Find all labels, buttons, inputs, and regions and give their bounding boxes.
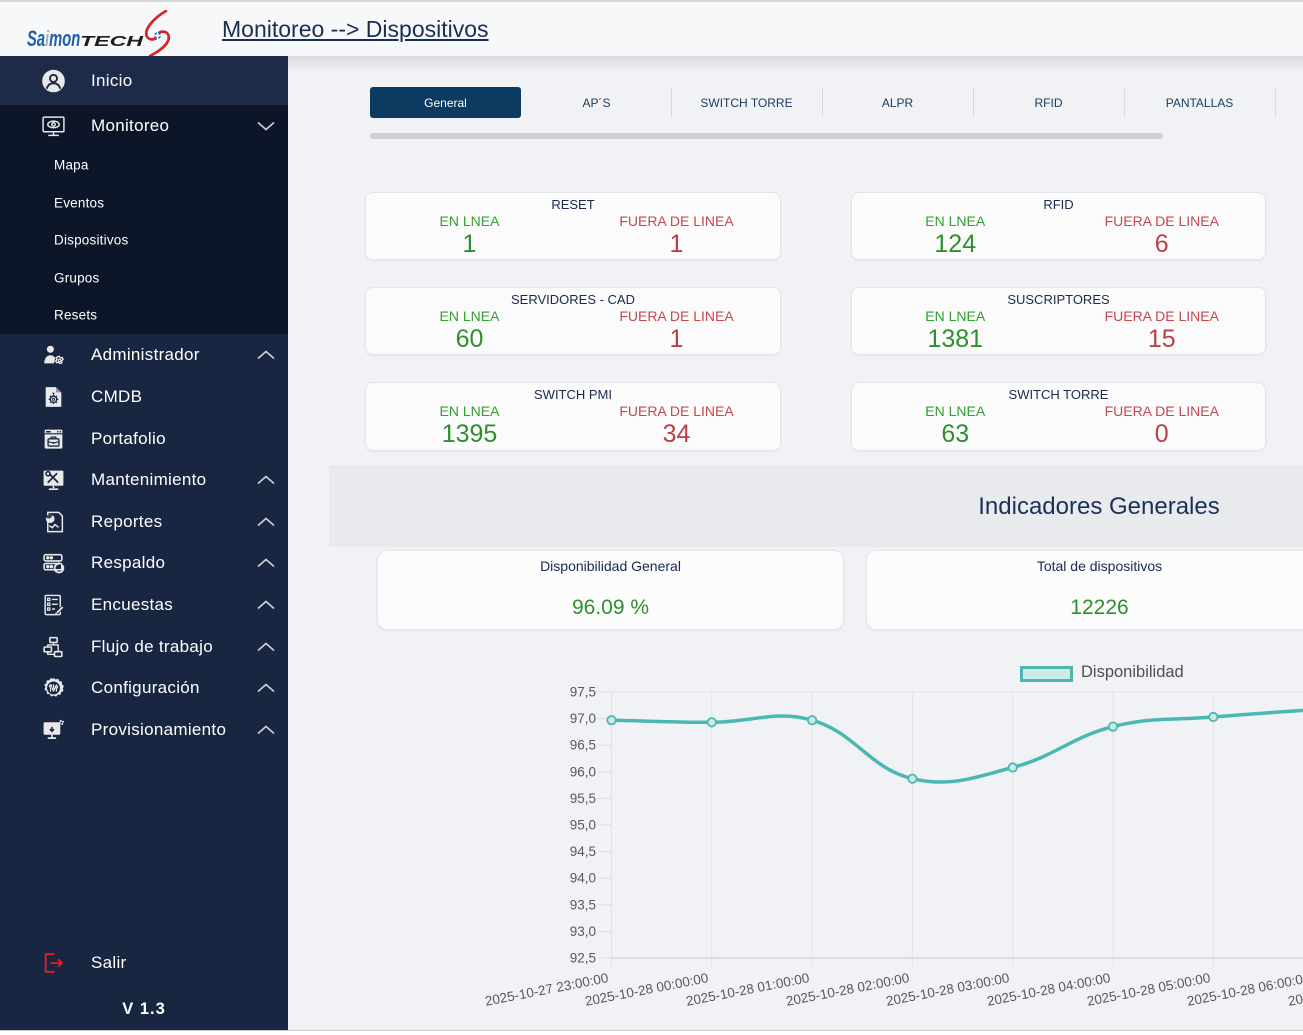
svg-text:92,5: 92,5: [570, 951, 596, 966]
svg-text:TECH: TECH: [80, 34, 144, 50]
svg-text:95,0: 95,0: [570, 818, 596, 833]
svg-text:96,0: 96,0: [570, 764, 596, 779]
svg-text:97,0: 97,0: [570, 711, 596, 726]
svg-text:95,5: 95,5: [570, 791, 596, 806]
svg-text:97,5: 97,5: [570, 685, 596, 700]
svg-text:94,0: 94,0: [570, 871, 596, 886]
svg-text:93,5: 93,5: [570, 897, 596, 912]
svg-text:96,5: 96,5: [570, 738, 596, 753]
svg-text:Saimon: Saimon: [27, 26, 80, 51]
svg-text:94,5: 94,5: [570, 844, 596, 859]
svg-text:93,0: 93,0: [570, 924, 596, 939]
